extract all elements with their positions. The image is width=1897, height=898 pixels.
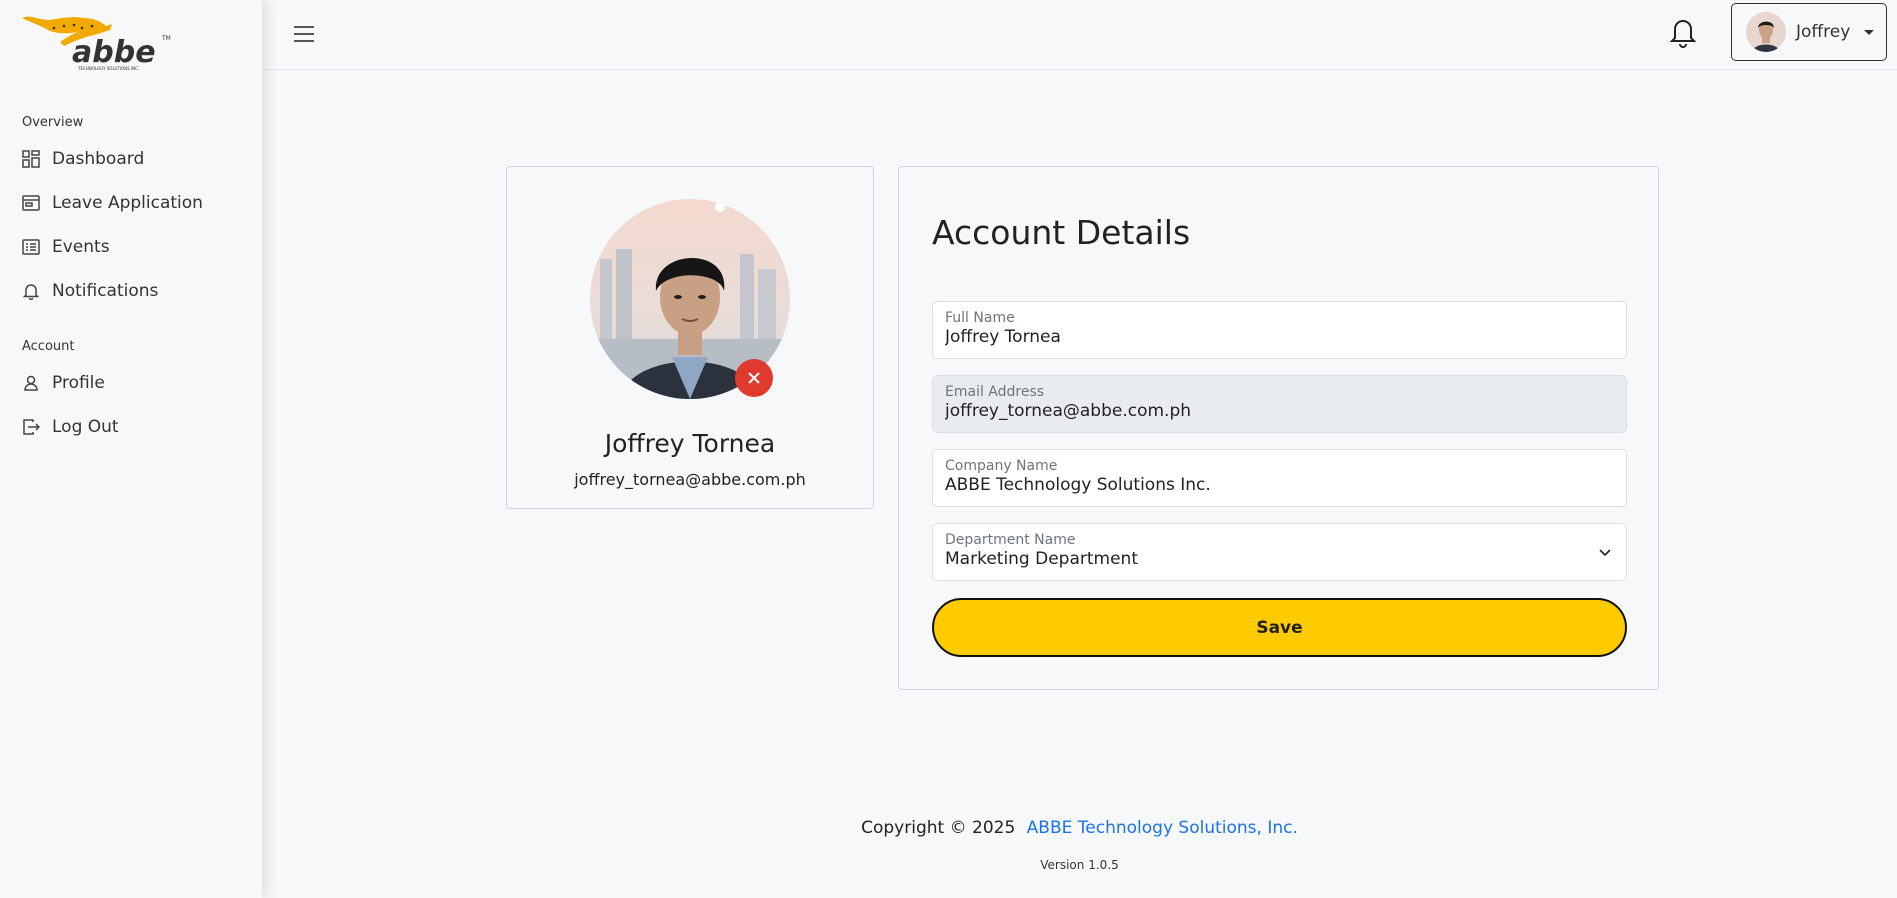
sidebar-item-label: Profile	[52, 373, 105, 393]
version-text: Version 1.0.5	[1040, 858, 1119, 872]
avatar	[1746, 12, 1786, 52]
user-icon	[22, 374, 40, 392]
sidebar-item-dashboard[interactable]: Dashboard	[22, 143, 242, 175]
abbe-logo[interactable]: abbe TM TECHNOLOGY SOLUTIONS INC.	[20, 12, 175, 74]
full-name-label: Full Name	[945, 310, 1015, 326]
close-icon	[748, 372, 760, 384]
department-label: Department Name	[945, 532, 1076, 548]
svg-text:TECHNOLOGY SOLUTIONS INC.: TECHNOLOGY SOLUTIONS INC.	[77, 66, 139, 71]
sidebar-item-notifications[interactable]: Notifications	[22, 275, 242, 307]
save-button[interactable]: Save	[932, 598, 1627, 657]
footer: Copyright © 2025 ABBE Technology Solutio…	[262, 818, 1897, 838]
sidebar-item-label: Dashboard	[52, 149, 145, 169]
email-label: Email Address	[945, 384, 1045, 400]
sidebar-item-label: Notifications	[52, 281, 159, 301]
sidebar-item-label: Events	[52, 237, 110, 257]
user-name: Joffrey	[1796, 22, 1851, 42]
company-name-label: Company Name	[945, 458, 1058, 474]
copyright-text: Copyright © 2025	[861, 818, 1016, 838]
dashboard-icon	[22, 150, 40, 168]
list-card-icon	[22, 238, 40, 256]
sidebar-item-profile[interactable]: Profile	[22, 367, 242, 399]
wallet-icon	[22, 194, 40, 212]
topbar: Joffrey	[262, 0, 1897, 70]
chevron-down-icon	[1864, 29, 1875, 35]
company-name-field[interactable]: Company Name	[932, 449, 1627, 507]
sidebar-item-events[interactable]: Events	[22, 231, 242, 263]
logout-icon	[22, 418, 40, 436]
profile-name: Joffrey Tornea	[604, 429, 776, 458]
department-select[interactable]: Department Name Marketing Department	[932, 523, 1627, 581]
account-details-card: Account Details Full Name Email Address …	[898, 166, 1659, 690]
sidebar-item-label: Leave Application	[52, 193, 203, 213]
section-label-account: Account	[22, 339, 75, 354]
sidebar-item-label: Log Out	[52, 417, 119, 437]
section-label-overview: Overview	[22, 115, 84, 130]
department-value: Marketing Department	[945, 549, 1139, 569]
full-name-input[interactable]	[945, 327, 1585, 347]
sidebar-item-logout[interactable]: Log Out	[22, 411, 242, 443]
company-link[interactable]: ABBE Technology Solutions, Inc.	[1027, 818, 1298, 838]
remove-photo-button[interactable]	[735, 359, 773, 397]
hamburger-menu-icon[interactable]	[291, 21, 317, 47]
notification-bell-icon[interactable]	[1668, 16, 1698, 48]
sidebar: abbe TM TECHNOLOGY SOLUTIONS INC. Overvi…	[0, 0, 262, 898]
bell-icon	[22, 282, 40, 300]
logo-wordmark: abbe	[72, 35, 156, 70]
svg-text:TM: TM	[161, 35, 171, 42]
full-name-field[interactable]: Full Name	[932, 301, 1627, 359]
email-input	[945, 401, 1585, 421]
sidebar-item-leave-application[interactable]: Leave Application	[22, 187, 242, 219]
profile-email: joffrey_tornea@abbe.com.ph	[574, 470, 806, 489]
email-field: Email Address	[932, 375, 1627, 433]
user-menu-button[interactable]: Joffrey	[1731, 3, 1887, 61]
chevron-down-icon	[1599, 549, 1611, 557]
company-name-input[interactable]	[945, 475, 1585, 495]
profile-card: Joffrey Tornea joffrey_tornea@abbe.com.p…	[506, 166, 874, 509]
page-title: Account Details	[932, 213, 1191, 252]
